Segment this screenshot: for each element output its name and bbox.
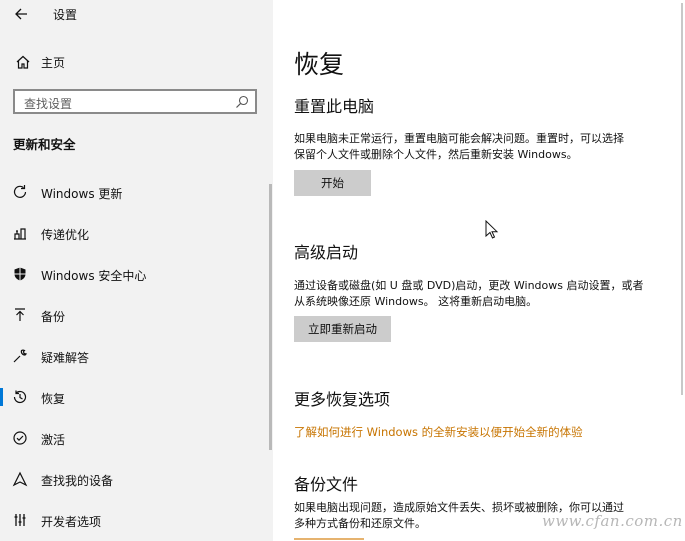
mouse-cursor-icon: [485, 220, 499, 239]
main-scrollbar[interactable]: [681, 3, 683, 395]
check-circle-icon: [13, 431, 27, 445]
advanced-startup-description: 通过设备或磁盘(如 U 盘或 DVD)启动，更改 Windows 启动设置，或者…: [294, 278, 674, 310]
reset-description: 如果电脑未正常运行，重置电脑可能会解决问题。重置时，可以选择 保留个人文件或删除…: [294, 131, 674, 163]
sidebar-item-home[interactable]: 主页: [0, 50, 273, 76]
history-icon: [13, 390, 27, 404]
reset-description-line1: 如果电脑未正常运行，重置电脑可能会解决问题。重置时，可以选择: [294, 132, 624, 145]
sidebar-item-windows-security[interactable]: Windows 安全中心: [0, 256, 270, 292]
sidebar-item-windows-update[interactable]: Windows 更新: [0, 174, 270, 210]
fresh-start-link[interactable]: 了解如何进行 Windows 的全新安装以便开始全新的体验: [294, 424, 583, 440]
sidebar-item-troubleshoot[interactable]: 疑难解答: [0, 338, 270, 374]
advanced-startup-heading: 高级启动: [294, 243, 359, 262]
sidebar-item-label: 开发者选项: [41, 515, 102, 529]
search-placeholder: 查找设置: [24, 97, 73, 111]
sidebar-item-label: 恢复: [41, 392, 66, 406]
sidebar-item-label: Windows 安全中心: [41, 269, 147, 283]
find-device-icon: [12, 471, 28, 487]
upload-icon: [15, 308, 25, 321]
refresh-icon: [13, 185, 27, 198]
more-options-heading: 更多恢复选项: [294, 390, 391, 409]
sidebar-item-label: 激活: [41, 433, 66, 447]
backup-settings-link-partial[interactable]: [294, 534, 364, 541]
sidebar-item-activation[interactable]: 激活: [0, 420, 270, 456]
search-icon: [236, 95, 249, 108]
advanced-description-line2: 从系统映像还原 Windows。 这将重新启动电脑。: [294, 295, 538, 308]
sidebar-item-label: 备份: [41, 310, 66, 324]
sidebar-item-recovery[interactable]: 恢复: [0, 379, 270, 415]
sidebar-item-label: 传递优化: [41, 228, 90, 242]
sidebar-item-label: Windows 更新: [41, 187, 123, 201]
sidebar-item-label: 查找我的设备: [41, 474, 114, 488]
sidebar-item-find-my-device[interactable]: 查找我的设备: [0, 461, 270, 497]
reset-start-button[interactable]: 开始: [294, 170, 371, 196]
watermark: www.cfan.com.cn: [542, 512, 683, 530]
home-icon: [16, 55, 30, 69]
arrow-left-icon: [15, 8, 27, 20]
sidebar-item-backup[interactable]: 备份: [0, 297, 270, 333]
advanced-description-line1: 通过设备或磁盘(如 U 盘或 DVD)启动，更改 Windows 启动设置，或者: [294, 279, 644, 292]
section-title: 更新和安全: [13, 137, 76, 152]
sidebar-item-developer-options[interactable]: 开发者选项: [0, 502, 270, 538]
reset-heading: 重置此电脑: [294, 97, 375, 116]
page-title: 恢复: [294, 50, 345, 79]
back-button[interactable]: [8, 3, 34, 25]
sidebar-item-delivery-optimization[interactable]: 传递优化: [0, 215, 270, 251]
wrench-icon: [13, 349, 28, 363]
reset-description-line2: 保留个人文件或删除个人文件，然后重新安装 Windows。: [294, 148, 578, 161]
developer-icon: [14, 514, 26, 526]
shield-icon: [14, 267, 26, 281]
backup-heading: 备份文件: [294, 475, 359, 494]
sidebar-item-home-label: 主页: [41, 56, 66, 70]
search-input[interactable]: 查找设置: [13, 89, 257, 114]
sidebar: 设置 主页 查找设置 更新和安全 Windows 更新 传递优化 Windows…: [0, 0, 273, 541]
main-content: 恢复 重置此电脑 如果电脑未正常运行，重置电脑可能会解决问题。重置时，可以选择 …: [273, 0, 685, 541]
app-title: 设置: [53, 8, 78, 22]
restart-now-button[interactable]: 立即重新启动: [294, 316, 391, 342]
delivery-icon: [14, 228, 26, 240]
sidebar-scrollbar[interactable]: [269, 184, 272, 450]
sidebar-item-label: 疑难解答: [41, 351, 90, 365]
